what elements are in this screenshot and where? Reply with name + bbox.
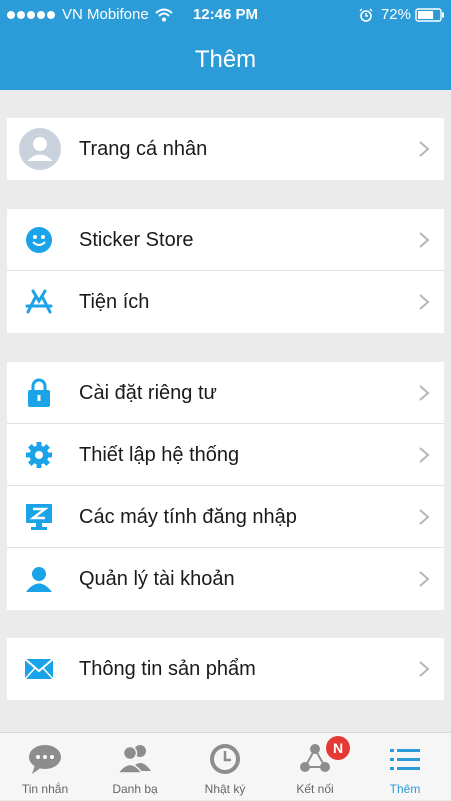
chevron-right-icon (419, 141, 430, 157)
chevron-right-icon (419, 447, 430, 463)
tab-label: Tin nhắn (21, 782, 69, 796)
menu-item-system-settings[interactable]: Thiết lập hệ thống (7, 424, 444, 486)
tab-connect[interactable]: N Kết nối (270, 733, 360, 801)
battery-percent: 72% (380, 6, 411, 23)
tab-timeline[interactable]: Nhật ký (180, 733, 270, 801)
section-about: Thông tin sản phẩm (7, 638, 444, 700)
tab-contacts[interactable]: Danh bạ (90, 733, 180, 801)
header: Thêm (0, 30, 451, 90)
notification-badge: N (326, 736, 350, 760)
tab-label: Kết nối (296, 782, 334, 796)
menu-item-account-management[interactable]: Quản lý tài khoản (7, 548, 444, 610)
chevron-right-icon (419, 232, 430, 248)
battery-icon (415, 7, 444, 22)
user-icon (23, 563, 55, 595)
menu-item-label: Trang cá nhân (79, 138, 208, 160)
app-store-icon (23, 286, 55, 318)
chevron-right-icon (419, 509, 430, 525)
menu-item-logged-in-computers[interactable]: Các máy tính đăng nhập (7, 486, 444, 548)
menu-item-label: Thiết lập hệ thống (79, 444, 240, 466)
menu-item-profile[interactable]: Trang cá nhân (7, 118, 444, 180)
menu-icon (390, 749, 420, 770)
lock-icon (23, 377, 55, 409)
menu-item-label: Tiện ích (79, 291, 150, 313)
menu-item-label: Sticker Store (79, 229, 194, 251)
menu-item-sticker-store[interactable]: Sticker Store (7, 209, 444, 271)
contacts-icon (117, 745, 151, 774)
section-extras: Sticker Store Tiện ích (7, 209, 444, 333)
menu-item-product-info[interactable]: Thông tin sản phẩm (7, 638, 444, 700)
menu-item-label: Thông tin sản phẩm (79, 658, 256, 680)
page-title: Thêm (194, 46, 257, 73)
mail-icon (23, 653, 55, 685)
avatar-icon (19, 128, 61, 170)
chevron-right-icon (419, 385, 430, 401)
menu-item-utilities[interactable]: Tiện ích (7, 271, 444, 333)
gear-icon (23, 439, 55, 471)
tab-more[interactable]: Thêm (360, 733, 450, 801)
status-bar: VN Mobifone 12:46 PM 72% (0, 0, 451, 30)
chevron-right-icon (419, 294, 430, 310)
clock-icon (210, 744, 240, 774)
computer-icon (23, 501, 55, 533)
tab-messages[interactable]: Tin nhắn (0, 733, 90, 801)
tab-label: Thêm (389, 782, 421, 796)
tab-bar: Tin nhắn Danh bạ Nhật ký N Kết nối Thêm (0, 732, 451, 800)
section-profile: Trang cá nhân (7, 118, 444, 180)
tab-label: Nhật ký (204, 782, 246, 796)
menu-item-label: Quản lý tài khoản (79, 568, 235, 590)
chevron-right-icon (419, 571, 430, 587)
tab-label: Danh bạ (112, 782, 158, 796)
menu-item-label: Các máy tính đăng nhập (79, 506, 297, 528)
section-settings: Cài đặt riêng tư Thiết lập hệ thống Các … (7, 362, 444, 610)
alarm-icon (359, 8, 373, 22)
chevron-right-icon (419, 661, 430, 677)
menu-item-privacy[interactable]: Cài đặt riêng tư (7, 362, 444, 424)
menu-item-label: Cài đặt riêng tư (79, 382, 217, 404)
status-right: 72% (359, 6, 445, 23)
chat-icon (29, 745, 61, 774)
smiley-icon (23, 224, 55, 256)
